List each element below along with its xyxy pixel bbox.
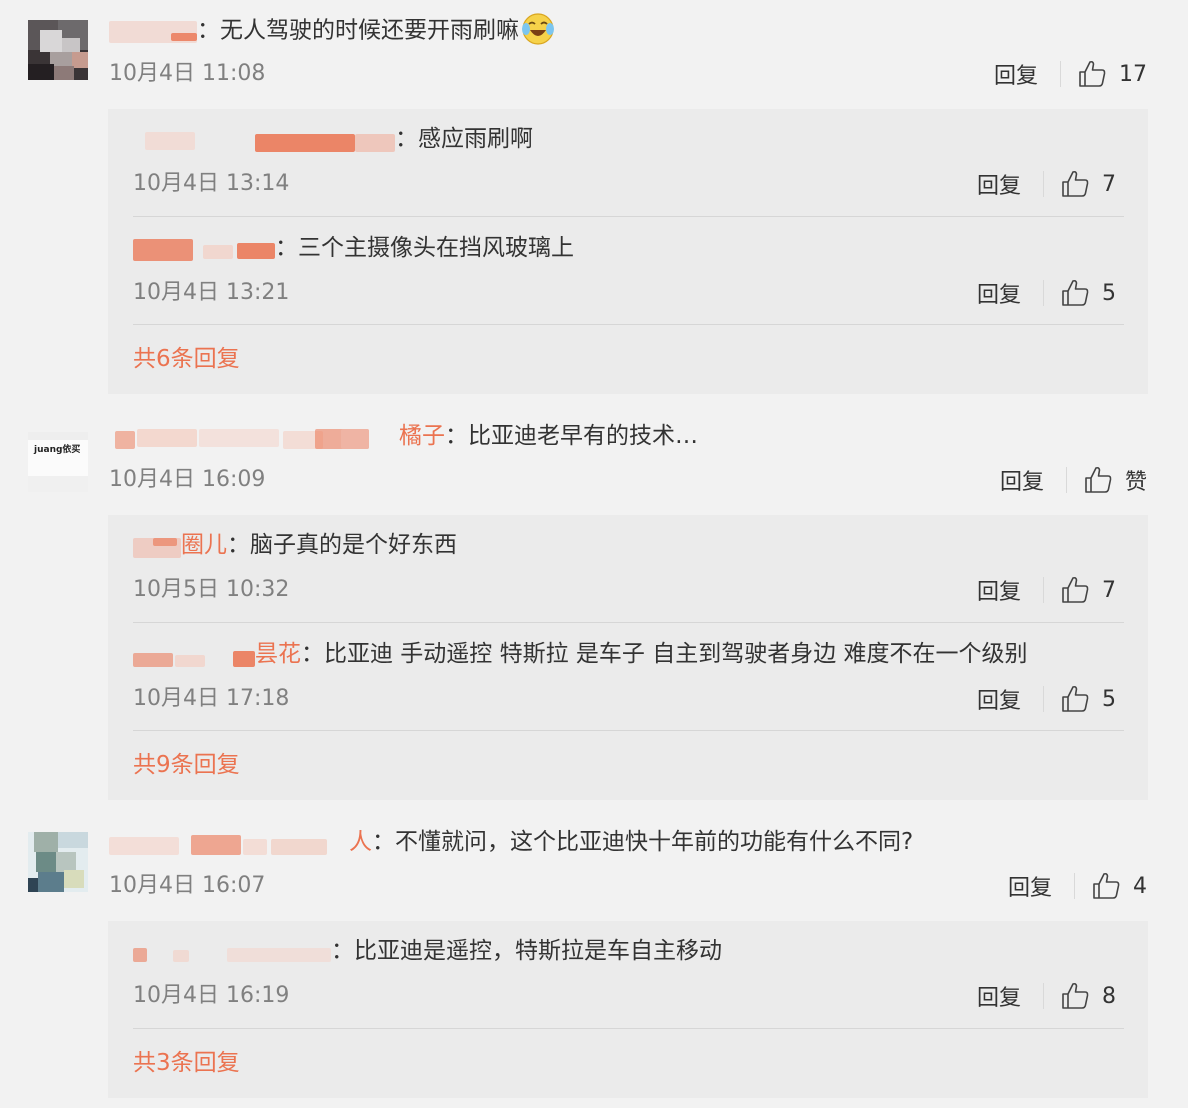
reply-divider (133, 622, 1124, 623)
comment-text: 无人驾驶的时候还要开雨刷嘛 (220, 17, 519, 44)
reply-actions: 回复 7 (977, 573, 1116, 607)
reply-content: ：比亚迪是遥控，特斯拉是车自主移动 (133, 935, 722, 967)
divider (1043, 171, 1044, 197)
reply-box: ：感应雨刷啊 10月4日 13:14 回复 7 ：三个主摄像头在挡风玻璃上 10… (108, 109, 1148, 394)
username-tail[interactable]: 圈儿 (181, 532, 227, 558)
reply-divider (133, 1028, 1124, 1029)
reply-button[interactable]: 回复 (1008, 870, 1052, 902)
reply-content: ：感应雨刷啊 (133, 123, 533, 155)
username-tail[interactable]: 昙花 (255, 641, 301, 667)
reply: ：三个主摄像头在挡风玻璃上 10月4日 13:21 回复 5 (133, 232, 1124, 324)
divider (1060, 61, 1061, 87)
divider (1043, 983, 1044, 1009)
username[interactable] (133, 237, 275, 261)
like-count: 7 (1102, 171, 1116, 197)
username[interactable] (133, 128, 395, 152)
reply-actions: 回复 5 (977, 276, 1116, 310)
comment-content: 人：不懂就问，这个比亚迪快十年前的功能有什么不同? (109, 826, 913, 858)
reply-content: 圈儿：脑子真的是个好东西 (133, 529, 457, 561)
like-icon[interactable] (1060, 981, 1090, 1011)
like-icon[interactable] (1083, 465, 1113, 495)
reply: 昙花：比亚迪 手动遥控 特斯拉 是车子 自主到驾驶者身边 难度不在一个级别 10… (133, 638, 1124, 730)
like-count: 8 (1102, 983, 1116, 1009)
reply-button[interactable]: 回复 (977, 168, 1021, 200)
reply-actions: 回复 7 (977, 167, 1116, 201)
reply-button[interactable]: 回复 (1000, 464, 1044, 496)
timestamp: 10月4日 16:19 (133, 983, 290, 1008)
reply-actions: 回复 5 (977, 682, 1116, 716)
reply: ：感应雨刷啊 10月4日 13:14 回复 7 (133, 123, 1124, 215)
reply-button[interactable]: 回复 (977, 574, 1021, 606)
like-icon[interactable] (1060, 169, 1090, 199)
reply-content: 昙花：比亚迪 手动遥控 特斯拉 是车子 自主到驾驶者身边 难度不在一个级别 (133, 638, 1028, 670)
divider (1074, 873, 1075, 899)
timestamp: 10月4日 16:07 (109, 873, 266, 898)
timestamp: 10月4日 13:21 (133, 280, 290, 305)
username[interactable] (133, 940, 331, 964)
divider (1043, 577, 1044, 603)
username[interactable] (109, 425, 399, 449)
avatar[interactable] (28, 20, 88, 80)
like-count: 5 (1102, 280, 1116, 306)
timestamp: 10月5日 10:32 (133, 577, 290, 602)
like-count: 4 (1133, 873, 1147, 899)
reply-actions: 回复 8 (977, 979, 1116, 1013)
comment-text: 比亚迪老早有的技术… (468, 423, 698, 449)
reply: 圈儿：脑子真的是个好东西 10月5日 10:32 回复 7 (133, 529, 1124, 621)
divider (1065, 467, 1067, 493)
like-icon[interactable] (1091, 871, 1121, 901)
like-count: 17 (1119, 61, 1147, 87)
reply-box: ：比亚迪是遥控，特斯拉是车自主移动 10月4日 16:19 回复 8 共3条回复 (108, 921, 1148, 1098)
reply-divider (133, 324, 1124, 325)
username[interactable] (109, 19, 197, 43)
avatar-text: juang依买 (34, 445, 81, 455)
timestamp: 10月4日 13:14 (133, 171, 290, 196)
comment-actions: 回复 赞 (1000, 463, 1147, 497)
like-icon[interactable] (1060, 575, 1090, 605)
view-all-replies-link[interactable]: 共9条回复 (133, 749, 240, 781)
comment-content: ：无人驾驶的时候还要开雨刷嘛 (109, 13, 555, 46)
comment-text: 不懂就问，这个比亚迪快十年前的功能有什么不同? (395, 829, 914, 855)
comment-actions: 回复 17 (994, 57, 1147, 91)
like-icon[interactable] (1060, 278, 1090, 308)
reply-text: 比亚迪 手动遥控 特斯拉 是车子 自主到驾驶者身边 难度不在一个级别 (324, 641, 1028, 667)
reply-divider (133, 216, 1124, 217)
reply-divider (133, 730, 1124, 731)
username[interactable] (109, 831, 349, 855)
like-icon[interactable] (1060, 684, 1090, 714)
reply: ：比亚迪是遥控，特斯拉是车自主移动 10月4日 16:19 回复 8 (133, 935, 1124, 1027)
reply-button[interactable]: 回复 (977, 277, 1021, 309)
reply-button[interactable]: 回复 (994, 58, 1038, 90)
laughing-crying-emoji-icon (522, 13, 554, 45)
comment-actions: 回复 4 (1008, 869, 1147, 903)
reply-button[interactable]: 回复 (977, 683, 1021, 715)
reply-box: 圈儿：脑子真的是个好东西 10月5日 10:32 回复 7 昙花：比亚迪 手动遥… (108, 515, 1148, 800)
view-all-replies-link[interactable]: 共3条回复 (133, 1047, 240, 1079)
like-label[interactable]: 赞 (1125, 464, 1147, 496)
reply-content: ：三个主摄像头在挡风玻璃上 (133, 232, 574, 264)
username[interactable] (133, 534, 181, 558)
like-count: 5 (1102, 686, 1116, 712)
reply-text: 感应雨刷啊 (418, 126, 533, 152)
comment-content: 橘子：比亚迪老早有的技术… (109, 420, 698, 452)
avatar[interactable]: juang依买 (28, 432, 88, 492)
username-tail[interactable]: 橘子 (399, 423, 445, 449)
like-count: 7 (1102, 577, 1116, 603)
reply-text: 三个主摄像头在挡风玻璃上 (298, 235, 574, 261)
reply-button[interactable]: 回复 (977, 980, 1021, 1012)
divider (1043, 280, 1044, 306)
username[interactable] (133, 643, 255, 667)
divider (1043, 686, 1044, 712)
like-icon[interactable] (1077, 59, 1107, 89)
reply-text: 比亚迪是遥控，特斯拉是车自主移动 (354, 938, 722, 964)
timestamp: 10月4日 16:09 (109, 467, 266, 492)
reply-text: 脑子真的是个好东西 (250, 532, 457, 558)
view-all-replies-link[interactable]: 共6条回复 (133, 343, 240, 375)
timestamp: 10月4日 11:08 (109, 61, 266, 86)
timestamp: 10月4日 17:18 (133, 686, 290, 711)
username-tail[interactable]: 人 (349, 829, 372, 855)
avatar[interactable] (28, 832, 88, 892)
